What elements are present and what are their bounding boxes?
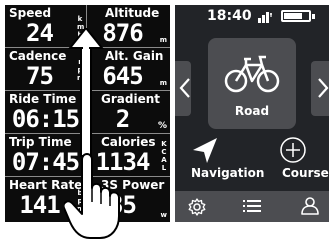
field-label: Speed — [9, 6, 52, 20]
chevron-left-icon — [179, 78, 190, 98]
navigation-arrow-icon — [193, 138, 217, 163]
prev-profile-button[interactable] — [175, 61, 191, 116]
user-icon[interactable] — [301, 197, 319, 215]
field-unit: w — [160, 211, 167, 219]
plus-circle-icon — [280, 137, 306, 163]
battery-icon — [281, 10, 315, 22]
field-unit: m — [159, 36, 167, 44]
next-profile-button[interactable] — [311, 61, 329, 116]
status-time: 18:40 — [207, 8, 252, 24]
home-screen: 18:40 Road Navigation Course — [175, 5, 329, 222]
status-bar: 18:40 — [175, 5, 329, 29]
field-label: Trip Time — [9, 135, 72, 149]
profile-label: Road — [234, 104, 270, 118]
field-unit: m — [159, 79, 167, 87]
bottom-toolbar — [175, 191, 329, 222]
chevron-right-icon — [318, 78, 329, 98]
signal-icon — [258, 12, 272, 23]
gear-icon[interactable] — [188, 198, 206, 216]
field-unit: KCAL — [161, 140, 167, 172]
field-label: Cadence — [9, 49, 67, 63]
profile-card-road[interactable]: Road — [208, 38, 296, 129]
list-icon[interactable] — [243, 198, 261, 214]
bicycle-icon — [224, 55, 280, 93]
navigation-label: Navigation — [191, 166, 265, 180]
hand-swipe-up-icon — [64, 28, 120, 239]
course-label: Course — [282, 166, 329, 180]
field-label: Altitude — [105, 6, 160, 20]
field-unit: % — [157, 121, 167, 131]
